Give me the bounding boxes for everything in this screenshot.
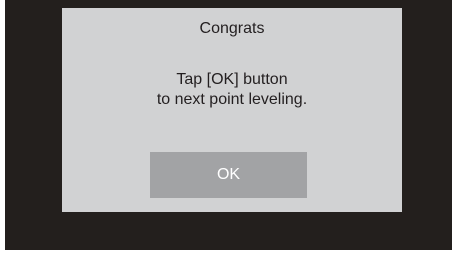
dialog-message: Tap [OK] button to next point leveling. [62,70,402,110]
congrats-dialog: Congrats Tap [OK] button to next point l… [62,8,402,212]
ok-button[interactable]: OK [150,152,307,198]
dialog-title: Congrats [199,20,265,37]
dialog-message-line-1: Tap [OK] button [176,71,288,88]
device-screen: Congrats Tap [OK] button to next point l… [5,0,452,250]
dialog-message-line-2: to next point leveling. [156,91,308,108]
